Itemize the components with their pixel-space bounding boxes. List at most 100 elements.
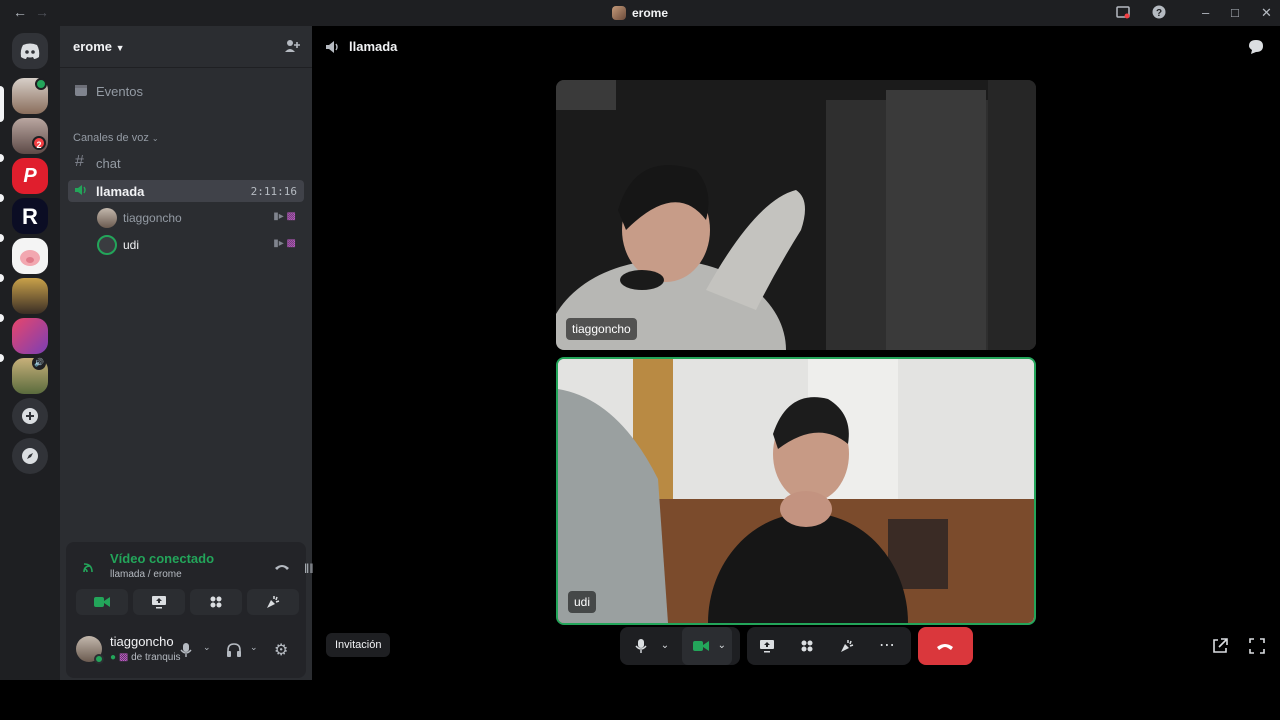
channel-chat[interactable]: # chat <box>68 152 304 174</box>
disconnect-call-button[interactable] <box>918 627 973 665</box>
activity-icon: ▩ <box>286 238 296 249</box>
microphone-icon <box>635 639 647 653</box>
voice-user-status: ▮▸ ▩ <box>273 211 296 222</box>
server-r-icon[interactable]: R <box>12 198 48 234</box>
voice-user-name: udi <box>123 238 140 252</box>
camera-icon: ▮▸ <box>273 211 284 222</box>
camera-icon <box>94 597 110 607</box>
svg-text:?: ? <box>1156 8 1162 19</box>
window-title: erome <box>0 6 1280 20</box>
voice-timer: 2:11:16 <box>250 185 297 198</box>
chevron-down-icon: ⌄ <box>717 640 726 651</box>
video-feed <box>556 80 1036 350</box>
settings-gear-icon[interactable]: ⚙ <box>274 640 288 660</box>
events-row[interactable]: Eventos <box>68 80 304 102</box>
headphones-icon[interactable] <box>226 642 242 663</box>
inbox-icon[interactable] <box>1116 5 1130 22</box>
video-tile[interactable]: tiaggoncho <box>556 80 1036 350</box>
voice-user-name: tiaggoncho <box>123 211 182 225</box>
maximize-icon[interactable]: □ <box>1231 5 1239 20</box>
pop-out-icon[interactable] <box>1211 637 1229 660</box>
voice-user-row[interactable]: tiaggoncho ▮▸ ▩ <box>68 207 304 229</box>
chevron-down-icon[interactable]: ⌄ <box>203 642 211 653</box>
avatar <box>97 208 117 228</box>
plus-icon <box>22 408 38 424</box>
unread-indicator <box>0 154 4 162</box>
camera-button[interactable] <box>76 589 128 615</box>
participant-name: udi <box>568 591 597 613</box>
unread-indicator <box>0 194 4 202</box>
chevron-down-icon: ⌄ <box>151 134 159 143</box>
hashtag-icon: # <box>75 153 84 170</box>
voice-category-header[interactable]: Canales de voz ⌄ <box>73 132 159 144</box>
unread-indicator <box>0 354 4 362</box>
fullscreen-icon[interactable] <box>1248 637 1266 660</box>
channel-title: llamada <box>349 39 398 54</box>
disconnect-icon[interactable] <box>274 560 290 578</box>
window-title-text: erome <box>631 6 669 20</box>
unread-badge: 2 <box>32 136 46 150</box>
add-server-button[interactable] <box>12 398 48 434</box>
more-options-icon[interactable]: ⋯ <box>873 627 901 665</box>
hang-up-icon <box>937 644 953 650</box>
activities-button[interactable] <box>793 627 821 665</box>
camera-icon: ▮▸ <box>273 238 284 249</box>
online-status-icon <box>94 654 104 664</box>
live-indicator-icon <box>35 78 47 90</box>
guild-header[interactable]: erome ▼ <box>60 26 312 68</box>
invite-people-icon[interactable] <box>284 38 300 59</box>
close-icon[interactable]: ✕ <box>1261 5 1272 21</box>
username[interactable]: tiaggoncho <box>110 634 174 649</box>
participant-name: tiaggoncho <box>566 318 637 340</box>
voice-location[interactable]: llamada / erome <box>110 569 182 580</box>
custom-status-text: de tranquis <box>131 652 181 663</box>
discord-home-button[interactable] <box>12 33 48 69</box>
soundboard-button[interactable] <box>833 627 861 665</box>
chevron-down-icon: ▼ <box>115 43 125 53</box>
speaker-icon <box>325 39 341 60</box>
server-pig-icon[interactable] <box>12 238 48 274</box>
chat-bubble-icon[interactable] <box>1247 38 1265 61</box>
server-rail: 2 P R 🔊 <box>0 26 60 680</box>
avatar <box>97 235 117 255</box>
camera-button[interactable]: ⌄ <box>682 627 732 665</box>
voice-user-row[interactable]: udi ▮▸ ▩ <box>68 234 304 256</box>
activities-button[interactable] <box>190 589 242 615</box>
custom-status: ● ▩ de tranquis <box>110 652 181 663</box>
call-view: llamada tiaggoncho udi Invitación ⌄ ⌄ ⋯ <box>313 26 1280 680</box>
svg-text:P: P <box>23 165 37 187</box>
activities-icon <box>801 640 813 652</box>
video-feed <box>558 359 1034 623</box>
invite-button[interactable]: Invitación <box>326 633 391 657</box>
screen-share-button[interactable] <box>753 627 781 665</box>
microphone-button[interactable] <box>628 627 654 665</box>
channel-llamada[interactable]: llamada 2:11:16 <box>68 180 304 202</box>
soundboard-button[interactable] <box>247 589 299 615</box>
help-icon[interactable]: ? <box>1152 5 1166 22</box>
speaker-icon <box>74 183 88 200</box>
compass-icon <box>22 448 38 464</box>
screen-share-icon <box>152 596 166 609</box>
voice-user-status: ▮▸ ▩ <box>273 238 296 249</box>
camera-icon <box>693 641 709 651</box>
server-6-icon[interactable] <box>12 278 48 314</box>
guild-name[interactable]: erome ▼ <box>73 39 125 54</box>
chevron-down-icon[interactable]: ⌄ <box>250 642 258 653</box>
voice-category-label: Canales de voz <box>73 132 149 144</box>
svg-text:R: R <box>22 204 38 229</box>
screen-share-icon <box>760 640 774 653</box>
explore-servers-button[interactable] <box>12 438 48 474</box>
activity-icon: ▩ <box>118 652 129 663</box>
video-tile-speaking[interactable]: udi <box>556 357 1036 625</box>
minimize-icon[interactable]: – <box>1202 5 1209 20</box>
server-7-icon[interactable] <box>12 318 48 354</box>
unread-indicator <box>0 314 4 322</box>
speaker-icon: 🔊 <box>32 356 46 370</box>
server-podilo-icon[interactable]: P <box>12 158 48 194</box>
microphone-icon[interactable] <box>180 642 192 663</box>
voice-status[interactable]: Vídeo conectado <box>110 551 214 566</box>
screen-share-button[interactable] <box>133 589 185 615</box>
discord-logo-icon <box>20 43 40 59</box>
chevron-down-icon[interactable]: ⌄ <box>656 627 674 665</box>
calendar-icon <box>74 83 88 100</box>
